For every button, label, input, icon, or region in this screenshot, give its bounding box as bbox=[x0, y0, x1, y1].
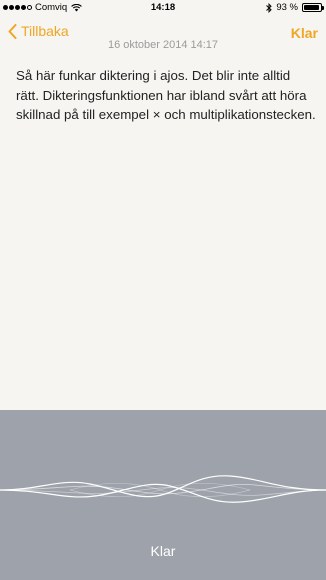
status-bar: Comviq 14:18 93 % bbox=[0, 0, 326, 14]
note-date: 16 oktober 2014 14:17 bbox=[107, 39, 219, 51]
battery-percent: 93 % bbox=[276, 2, 298, 13]
status-right: 93 % bbox=[266, 2, 324, 13]
dictation-done-button[interactable]: Klar bbox=[0, 543, 326, 559]
battery-fill bbox=[304, 5, 319, 10]
bluetooth-icon bbox=[266, 2, 273, 13]
dictation-waveform-icon bbox=[0, 475, 326, 503]
note-text[interactable]: Så här funkar diktering i ajos. Det blir… bbox=[16, 66, 316, 125]
back-button-label: Tillbaka bbox=[21, 23, 69, 39]
back-button[interactable]: Tillbaka bbox=[8, 23, 69, 39]
battery-icon bbox=[302, 3, 324, 12]
dictation-panel: Klar bbox=[0, 410, 326, 580]
chevron-left-icon bbox=[8, 23, 17, 39]
